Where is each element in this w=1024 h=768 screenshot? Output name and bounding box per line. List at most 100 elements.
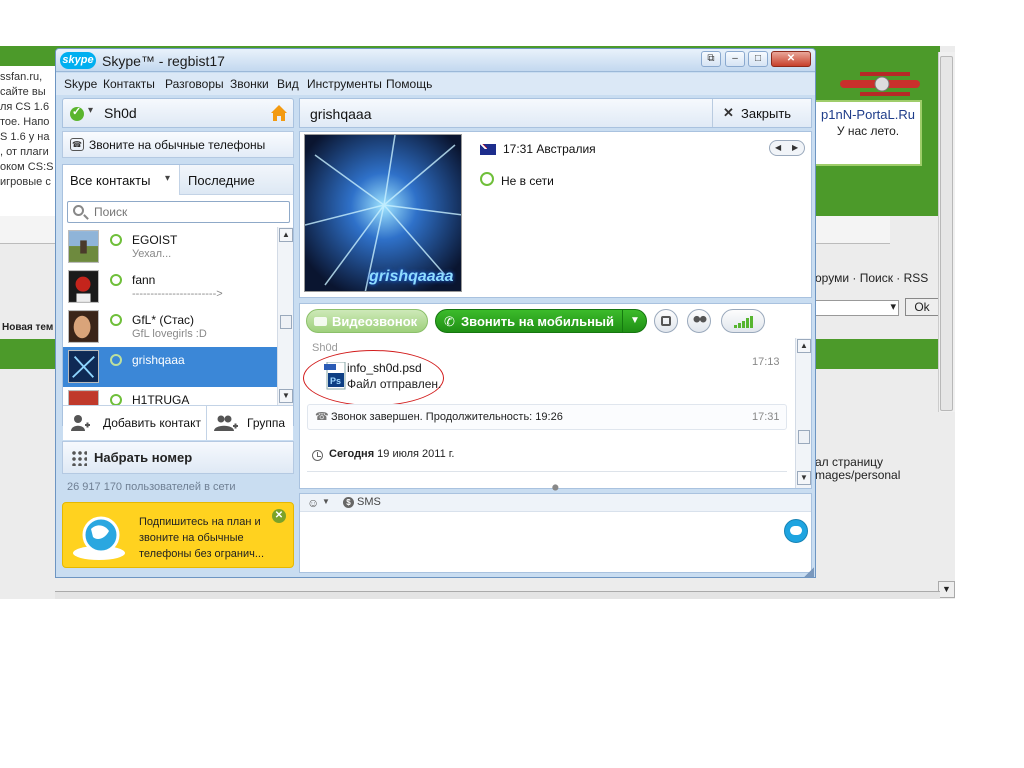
contact-item-egoist[interactable]: EGOIST Уехал... (63, 227, 277, 267)
divider (307, 471, 787, 472)
menu-calls[interactable]: Звонки (230, 77, 269, 91)
file-name[interactable]: info_sh0d.psd (347, 361, 422, 375)
portal-banner[interactable]: p1nN-PortaL.Ru У нас лето. (814, 100, 922, 166)
window-resize-grip[interactable] (804, 567, 814, 577)
snippet-line: сайте вы (0, 86, 46, 98)
contact-profile-card: grishqaaaa 17:31 Австралия ◀ ▶ Не в сети (299, 131, 812, 298)
presence-offline-icon (110, 314, 122, 326)
menu-help[interactable]: Помощь (386, 77, 432, 91)
left-pane: ▾ Sh0d ☎ Звоните на обычные телефоны Все… (62, 98, 294, 576)
forum-ok-button[interactable]: Ok (905, 298, 939, 316)
scroll-thumb[interactable] (798, 430, 810, 444)
home-icon[interactable] (270, 104, 288, 122)
date-separator: Сегодня 19 июля 2011 г. (329, 448, 455, 460)
menu-conversations[interactable]: Разговоры (165, 77, 224, 91)
contact-item-gfl[interactable]: GfL* (Стас) GfL lovegirls :D (63, 307, 277, 347)
title-bar[interactable]: skype Skype™ - regbist17 ⧉ – □ ✕ (56, 49, 815, 72)
menu-view[interactable]: Вид (277, 77, 299, 91)
message-input[interactable] (304, 516, 774, 568)
close-icon[interactable]: ✕ (272, 509, 286, 523)
people-icon (692, 315, 708, 327)
profile-bar[interactable]: ▾ Sh0d (62, 98, 294, 128)
online-status-icon[interactable] (70, 105, 84, 121)
browser-scroll-down-button[interactable]: ▼ (938, 581, 955, 598)
chevron-down-icon[interactable]: ▼ (322, 497, 330, 506)
snippet-line: игровые с (0, 176, 51, 188)
contact-name: GfL* (Стас) (132, 313, 195, 327)
close-window-button[interactable]: ✕ (771, 51, 811, 67)
avatar (68, 310, 99, 343)
call-time: 17:31 (752, 411, 780, 423)
psd-file-icon[interactable]: Ps (324, 362, 346, 390)
contact-item-fann[interactable]: fann -----------------------> (63, 267, 277, 307)
tab-recent[interactable]: Последние (180, 165, 293, 195)
dial-number-button[interactable]: Набрать номер (62, 441, 294, 474)
scroll-down-button[interactable]: ▼ (797, 471, 811, 485)
add-people-button[interactable] (687, 309, 711, 333)
share-screen-button[interactable] (654, 309, 678, 333)
search-box[interactable] (67, 201, 290, 223)
menu-contacts[interactable]: Контакты (103, 77, 155, 91)
biplane-logo-icon (840, 72, 920, 96)
menu-tools[interactable]: Инструменты (307, 77, 382, 91)
scroll-down-button[interactable]: ▼ (279, 389, 293, 403)
contact-name: H1TRUGA (132, 393, 190, 405)
contact-item-h1truga[interactable]: H1TRUGA (63, 387, 277, 405)
sms-icon[interactable]: $ (343, 497, 354, 508)
search-input[interactable] (92, 204, 282, 220)
compact-view-button[interactable]: ⧉ (701, 51, 721, 67)
status-caret-icon[interactable]: ▾ (88, 105, 93, 116)
maximize-button[interactable]: □ (748, 51, 768, 67)
scroll-up-button[interactable]: ▲ (797, 339, 811, 353)
snippet-line: S 1.6 у на (0, 131, 50, 143)
message-compose-area: ☺ ▼ $ SMS (299, 493, 812, 573)
tab-recent-label: Последние (188, 173, 255, 188)
forum-links[interactable]: оруми · Поиск · RSS (815, 271, 928, 285)
chevron-left-icon[interactable]: ◀ (775, 141, 781, 155)
tab-all-contacts[interactable]: Все контакты ▾ (63, 165, 180, 195)
file-status: Файл отправлен. (347, 377, 442, 391)
call-ended-text: Звонок завершен. Продолжительность: 19:2… (331, 411, 563, 423)
contact-list-scrollbar[interactable]: ▲ ▼ (277, 227, 293, 405)
add-group-label: Группа (247, 416, 286, 430)
page-text-line: mages/personal (815, 468, 901, 482)
chevron-down-icon[interactable]: ▼ (622, 310, 647, 332)
compose-toolbar: ☺ ▼ $ SMS (300, 494, 811, 512)
video-camera-icon (314, 317, 327, 326)
chevron-right-icon[interactable]: ▶ (792, 141, 798, 155)
scroll-thumb[interactable] (280, 315, 292, 329)
contact-item-grishqaaa[interactable]: grishqaaa (63, 347, 277, 387)
phone-icon: ✆ (444, 314, 455, 329)
video-call-button[interactable]: Видеозвонок (306, 309, 428, 333)
menu-skype[interactable]: Skype (64, 77, 97, 91)
profile-name[interactable]: Sh0d (104, 105, 137, 121)
subscription-promo[interactable]: Подпишитесь на план и звоните на обычные… (62, 502, 294, 568)
close-conversation-button[interactable]: ✕ Закрыть (712, 99, 812, 127)
contact-local-time: 17:31 Австралия (503, 142, 596, 156)
sms-button[interactable]: SMS (357, 496, 381, 508)
add-contact-label: Добавить контакт (103, 416, 201, 430)
minimize-button[interactable]: – (725, 51, 745, 67)
promo-text: Подпишитесь на план и звоните на обычные… (139, 516, 265, 560)
chevron-down-icon[interactable]: ▾ (165, 173, 170, 184)
conversation-history: Видеозвонок ✆ Звонить на мобильный ▼ Sh0… (299, 303, 812, 491)
add-group-button[interactable]: Группа (207, 405, 293, 440)
call-phones-button[interactable]: ☎ Звоните на обычные телефоны (62, 131, 294, 158)
forum-select[interactable] (815, 300, 899, 316)
presence-offline-icon (110, 354, 122, 366)
message-sender: Sh0d (312, 342, 338, 354)
emoticon-icon[interactable]: ☺ (307, 496, 319, 510)
call-quality-button[interactable] (721, 309, 765, 333)
browser-scroll-thumb[interactable] (940, 56, 953, 411)
conversation-scrollbar[interactable]: ▲ ▼ (795, 338, 811, 488)
speech-bubble-icon (790, 526, 802, 535)
online-users-count: 26 917 170 пользователей в сети (67, 481, 236, 493)
splitter-grip-icon[interactable]: ⬤ (552, 484, 559, 491)
windows-icon (661, 316, 671, 326)
scroll-up-button[interactable]: ▲ (279, 228, 293, 242)
contact-status: Не в сети (501, 174, 554, 188)
send-message-button[interactable] (784, 519, 808, 543)
australia-flag-icon (480, 144, 496, 155)
add-contact-button[interactable]: Добавить контакт (63, 405, 207, 440)
call-mobile-button[interactable]: ✆ Звонить на мобильный ▼ (435, 309, 647, 333)
